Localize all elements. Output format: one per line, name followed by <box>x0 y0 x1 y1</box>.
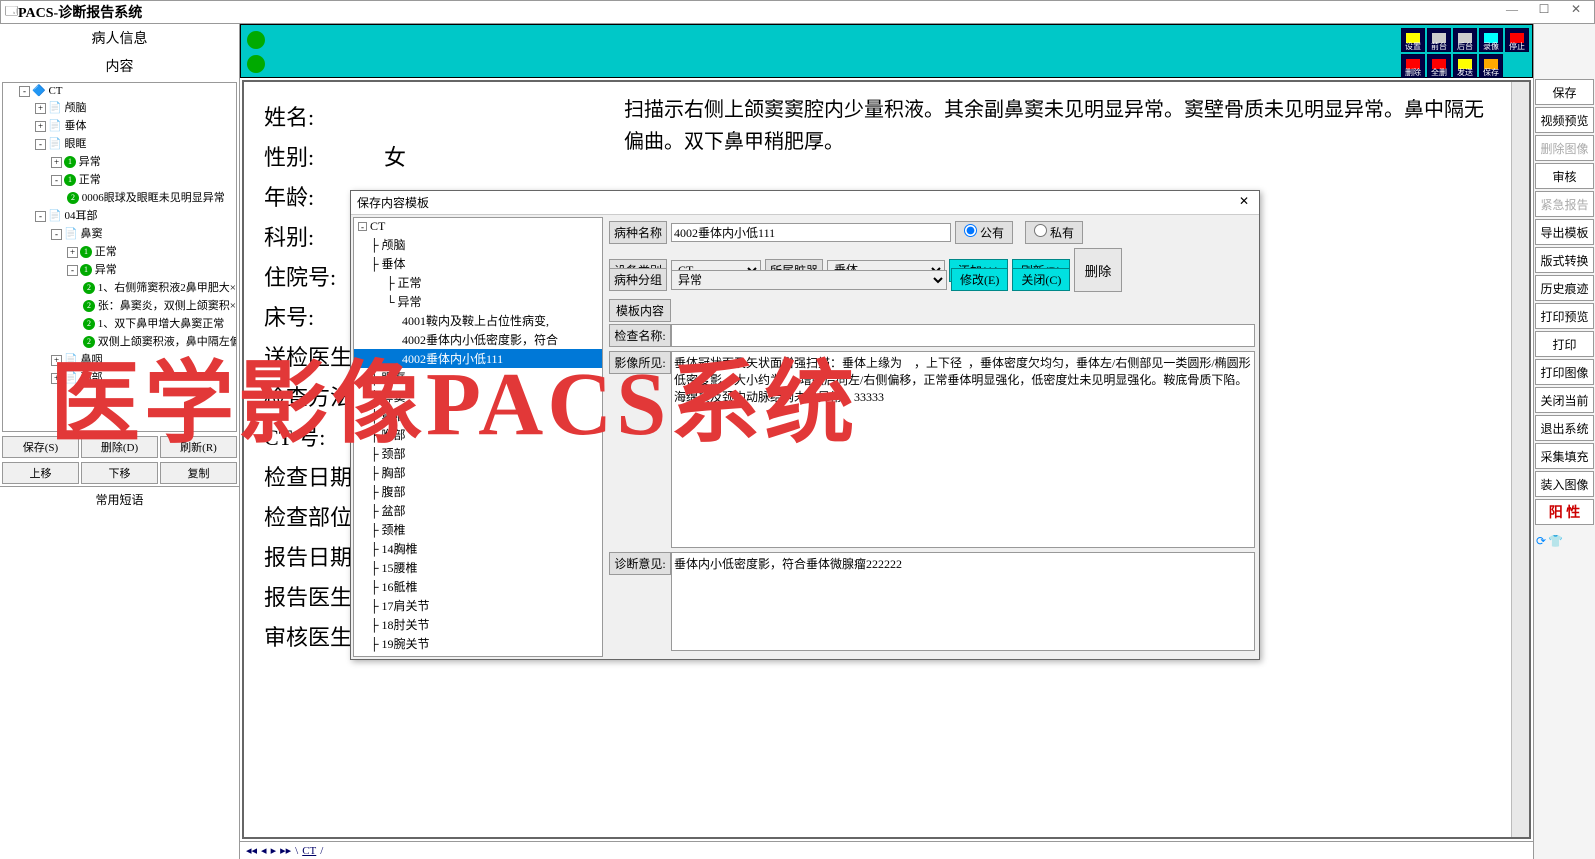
name-label: 姓名: <box>264 100 384 132</box>
report-scrollbar[interactable] <box>1511 82 1529 837</box>
examname-label: 检查名称: <box>609 324 671 347</box>
dialog-title-bar[interactable]: 保存内容模板 ✕ <box>351 191 1259 215</box>
findings-label: 影像所见: <box>609 351 671 374</box>
tree-buttons-row2: 上移 下移 复制 <box>0 460 239 486</box>
toolbar-strip: 设置 前台 后台 录像 停止 删除 全删 发送 保存 <box>240 24 1533 78</box>
dialog-title: 保存内容模板 <box>357 194 429 211</box>
tab-last-icon[interactable]: ▸▸ <box>280 844 291 857</box>
nav-next-icon[interactable] <box>247 55 265 73</box>
rbtn-loadimg[interactable]: 装入图像 <box>1535 471 1594 497</box>
patient-info-header: 病人信息 <box>0 24 239 52</box>
bottom-tabs: ◂◂ ◂ ▸ ▸▸ \ CT / <box>240 841 1533 859</box>
rbtn-urgent[interactable]: 紧急报告 <box>1535 191 1594 217</box>
title-bar: 🗔 PACS-诊断报告系统 — ☐ ✕ <box>0 0 1595 24</box>
rbtn-closecur[interactable]: 关闭当前 <box>1535 387 1594 413</box>
tree-buttons-row1: 保存(S) 删除(D) 刷新(R) <box>0 434 239 460</box>
refresh-button[interactable]: 刷新(R) <box>160 436 237 458</box>
examname-textarea[interactable] <box>671 324 1255 347</box>
rbtn-print[interactable]: 打印 <box>1535 331 1594 357</box>
common-phrase-header: 常用短语 <box>0 486 239 512</box>
sex-label: 性别: <box>264 140 384 172</box>
dialog-tree-selected: 4002垂体内小低111 <box>354 349 602 368</box>
diagnosis-label: 诊断意见: <box>609 552 671 575</box>
close-button[interactable]: ✕ <box>1561 2 1591 20</box>
rbtn-history[interactable]: 历史痕迹 <box>1535 275 1594 301</box>
template-content-label: 模板内容 <box>609 299 671 322</box>
copy-button[interactable]: 复制 <box>160 462 237 484</box>
tool-stop[interactable]: 停止 <box>1505 28 1529 52</box>
tool-record[interactable]: 录像 <box>1479 28 1503 52</box>
tab-prev-icon[interactable]: ◂ <box>261 844 267 857</box>
app-title: PACS-诊断报告系统 <box>18 2 142 22</box>
right-panel: 保存 视频预览 删除图像 审核 紧急报告 导出模板 版式转换 历史痕迹 打印预览… <box>1533 24 1595 859</box>
tab-ct[interactable]: CT <box>302 845 316 857</box>
rbtn-refresh-icon[interactable]: ⟳ <box>1536 534 1546 549</box>
minimize-button[interactable]: — <box>1497 2 1527 20</box>
rbtn-layout[interactable]: 版式转换 <box>1535 247 1594 273</box>
toolbar-icons: 设置 前台 后台 录像 停止 删除 全删 发送 保存 <box>1400 27 1530 79</box>
tool-front[interactable]: 前台 <box>1427 28 1451 52</box>
dialog-close-button[interactable]: ✕ <box>1235 194 1253 212</box>
tab-first-icon[interactable]: ◂◂ <box>246 844 257 857</box>
tool-delete[interactable]: 删除 <box>1401 54 1425 78</box>
modify-button[interactable]: 修改(E) <box>951 268 1008 291</box>
rbtn-delimg[interactable]: 删除图像 <box>1535 135 1594 161</box>
delete-button[interactable]: 删除(D) <box>81 436 158 458</box>
rbtn-exit[interactable]: 退出系统 <box>1535 415 1594 441</box>
findings-textarea[interactable] <box>671 351 1255 548</box>
window-controls: — ☐ ✕ <box>1497 2 1591 20</box>
template-tree[interactable]: -🔷 CT +📄 颅脑 +📄 垂体 -📄 眼眶 +1 异常 -1 正常 2 00… <box>2 82 237 432</box>
rbtn-collect[interactable]: 采集填充 <box>1535 443 1594 469</box>
public-radio[interactable]: 公有 <box>955 221 1013 244</box>
save-template-dialog: 保存内容模板 ✕ - CT ├ 颅脑 ├ 垂体 ├ 正常 └ 异常 4001鞍内… <box>350 190 1260 660</box>
rbtn-video[interactable]: 视频预览 <box>1535 107 1594 133</box>
group-select[interactable]: 异常 <box>671 270 947 290</box>
tool-save[interactable]: 保存 <box>1479 54 1503 78</box>
tab-next-icon[interactable]: ▸ <box>271 844 277 857</box>
diagnosis-textarea[interactable] <box>671 552 1255 651</box>
save-button[interactable]: 保存(S) <box>2 436 79 458</box>
app-icon: 🗔 <box>5 2 18 23</box>
maximize-button[interactable]: ☐ <box>1529 2 1559 20</box>
disease-name-input[interactable] <box>671 223 951 242</box>
moveup-button[interactable]: 上移 <box>2 462 79 484</box>
nav-prev-icon[interactable] <box>247 31 265 49</box>
rbtn-save[interactable]: 保存 <box>1535 79 1594 105</box>
tool-send[interactable]: 发送 <box>1453 54 1477 78</box>
rbtn-review[interactable]: 审核 <box>1535 163 1594 189</box>
findings-text: 扫描示右侧上颌窦窦腔内少量积液。其余副鼻窦未见明显异常。窦壁骨质未见明显异常。鼻… <box>624 94 1499 158</box>
close-button[interactable]: 关闭(C) <box>1012 268 1070 291</box>
rbtn-person-icon[interactable]: 👕 <box>1548 534 1563 549</box>
content-header: 内容 <box>0 52 239 80</box>
group-label: 病种分组 <box>609 268 667 291</box>
rbtn-printimg[interactable]: 打印图像 <box>1535 359 1594 385</box>
dialog-tree[interactable]: - CT ├ 颅脑 ├ 垂体 ├ 正常 └ 异常 4001鞍内及鞍上占位性病变,… <box>353 217 603 657</box>
disease-name-label: 病种名称 <box>609 221 667 244</box>
rbtn-positive[interactable]: 阳 性 <box>1535 499 1594 525</box>
sex-value: 女 <box>384 140 406 172</box>
tool-settings[interactable]: 设置 <box>1401 28 1425 52</box>
movedown-button[interactable]: 下移 <box>81 462 158 484</box>
tool-back[interactable]: 后台 <box>1453 28 1477 52</box>
left-panel: 病人信息 内容 -🔷 CT +📄 颅脑 +📄 垂体 -📄 眼眶 +1 异常 -1… <box>0 24 240 859</box>
dialog-form: 病种名称 公有 私有 设备类别 CT 所属脏器 垂体 添加(A) 刷新(B) 删… <box>605 215 1259 659</box>
rbtn-export[interactable]: 导出模板 <box>1535 219 1594 245</box>
rbtn-preview[interactable]: 打印预览 <box>1535 303 1594 329</box>
tool-delall[interactable]: 全删 <box>1427 54 1451 78</box>
private-radio[interactable]: 私有 <box>1025 221 1083 244</box>
